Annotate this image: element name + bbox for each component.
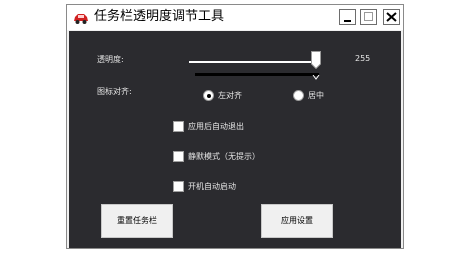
- icon-align-label: 图标对齐:: [97, 87, 132, 96]
- transparency-label: 透明度:: [97, 55, 124, 64]
- checkbox-silent-mode[interactable]: [173, 151, 184, 162]
- settings-panel: 透明度: 255 图标对齐: 左对齐 居中 应用后自动退出 静默模式（无提示） …: [69, 31, 401, 248]
- transparency-slider-thumb[interactable]: [311, 51, 321, 70]
- transparency-slider-fill: [189, 61, 311, 63]
- radio-center-align-label: 居中: [308, 91, 324, 100]
- close-button[interactable]: [383, 9, 400, 25]
- checkbox-startup-label: 开机自动启动: [188, 182, 236, 191]
- slider-ticks: [312, 75, 320, 80]
- title-bar[interactable]: 任务栏透明度调节工具: [67, 5, 403, 30]
- minimize-button[interactable]: [339, 9, 356, 25]
- checkbox-startup[interactable]: [173, 181, 184, 192]
- app-window: 任务栏透明度调节工具 透明度: 255 图标对齐: 左对齐 居中 应用后自动退出…: [66, 4, 404, 249]
- radio-center-align[interactable]: [293, 90, 304, 101]
- reset-taskbar-button[interactable]: 重置任务栏: [101, 204, 173, 238]
- window-title: 任务栏透明度调节工具: [94, 9, 225, 24]
- radio-left-align-label: 左对齐: [218, 91, 242, 100]
- checkbox-auto-exit[interactable]: [173, 121, 184, 132]
- transparency-value: 255: [355, 54, 371, 63]
- radio-selected-dot: [206, 93, 211, 98]
- checkbox-silent-mode-label: 静默模式（无提示）: [188, 152, 260, 161]
- apply-settings-button[interactable]: 应用设置: [261, 204, 333, 238]
- radio-left-align[interactable]: [203, 90, 214, 101]
- app-car-icon: [73, 10, 89, 24]
- checkbox-auto-exit-label: 应用后自动退出: [188, 122, 244, 131]
- maximize-button[interactable]: [360, 9, 377, 25]
